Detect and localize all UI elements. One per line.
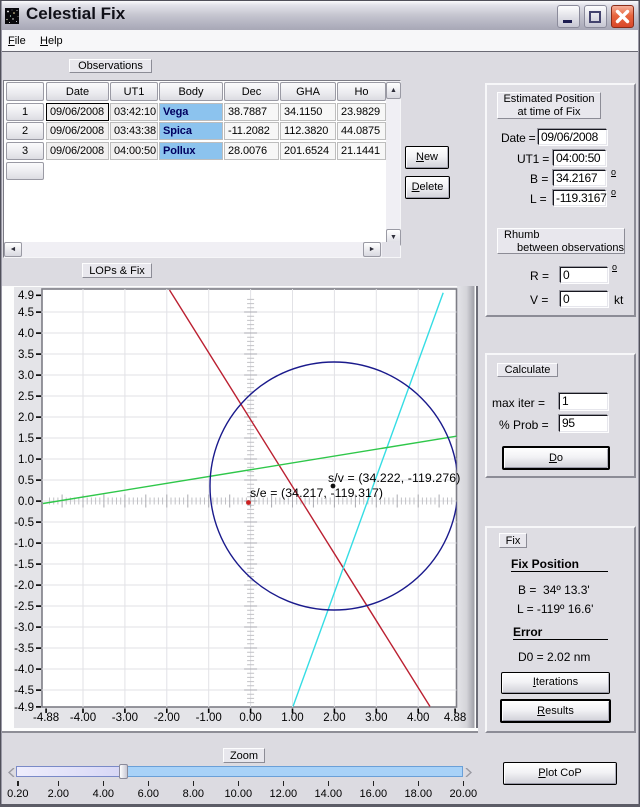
svg-text:1.00: 1.00 bbox=[281, 712, 303, 724]
svg-text:-3.00: -3.00 bbox=[112, 712, 138, 724]
svg-text:2.00: 2.00 bbox=[323, 712, 345, 724]
svg-text:4.0: 4.0 bbox=[18, 328, 34, 340]
svg-text:-1.5: -1.5 bbox=[14, 559, 34, 571]
svg-text:0.00: 0.00 bbox=[239, 712, 261, 724]
svg-text:-0.5: -0.5 bbox=[14, 517, 34, 529]
svg-text:1.0: 1.0 bbox=[18, 454, 34, 466]
svg-text:2.5: 2.5 bbox=[18, 391, 34, 403]
svg-text:-1.00: -1.00 bbox=[196, 712, 222, 724]
svg-text:-3.0: -3.0 bbox=[14, 622, 34, 634]
svg-text:-4.00: -4.00 bbox=[70, 712, 96, 724]
svg-text:4.5: 4.5 bbox=[18, 307, 34, 319]
svg-text:2.0: 2.0 bbox=[18, 412, 34, 424]
svg-text:s/v = (34.222, -119.276): s/v = (34.222, -119.276) bbox=[328, 471, 460, 485]
svg-text:-4.88: -4.88 bbox=[33, 712, 59, 724]
svg-text:3.00: 3.00 bbox=[365, 712, 387, 724]
svg-text:s/e = (34.217, -119.317): s/e = (34.217, -119.317) bbox=[250, 486, 383, 500]
svg-text:0.5: 0.5 bbox=[18, 475, 34, 487]
svg-text:-4.5: -4.5 bbox=[14, 685, 34, 697]
svg-text:-3.5: -3.5 bbox=[14, 643, 34, 655]
svg-text:0.0: 0.0 bbox=[18, 496, 34, 508]
svg-text:3.0: 3.0 bbox=[18, 370, 34, 382]
svg-text:-2.5: -2.5 bbox=[14, 601, 34, 613]
svg-text:1.5: 1.5 bbox=[18, 433, 34, 445]
svg-text:4.88: 4.88 bbox=[444, 712, 466, 724]
svg-text:4.00: 4.00 bbox=[407, 712, 429, 724]
svg-text:-4.9: -4.9 bbox=[14, 702, 34, 714]
svg-text:-2.0: -2.0 bbox=[14, 580, 34, 592]
svg-text:-1.0: -1.0 bbox=[14, 538, 34, 550]
svg-text:3.5: 3.5 bbox=[18, 349, 34, 361]
svg-text:-2.00: -2.00 bbox=[154, 712, 180, 724]
svg-text:-4.0: -4.0 bbox=[14, 664, 34, 676]
svg-text:4.9: 4.9 bbox=[18, 290, 34, 302]
